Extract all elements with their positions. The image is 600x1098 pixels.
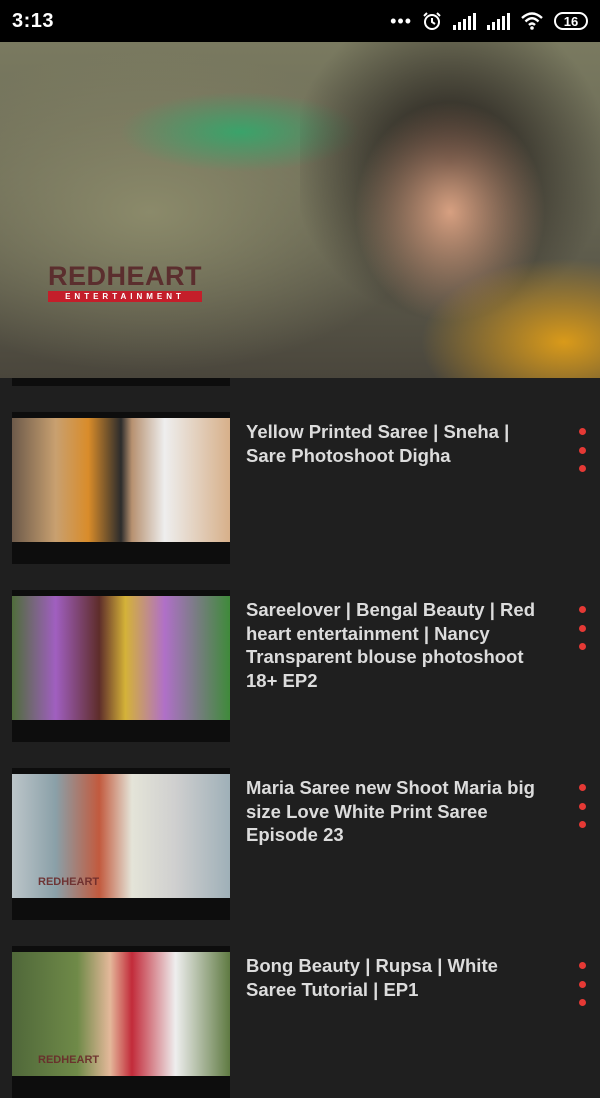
signal-icon (453, 13, 476, 30)
video-item[interactable]: Yellow Printed Saree | Sneha | Sare Phot… (0, 412, 600, 564)
more-options-icon[interactable] (572, 428, 592, 472)
video-thumbnail[interactable]: REDHEART (12, 768, 230, 920)
battery-level: 16 (563, 13, 579, 29)
system-icons: ••• 16 (390, 11, 588, 32)
hero-image-detail (420, 258, 600, 378)
video-item[interactable]: REDHEART Bong Beauty | Rupsa | White Sar… (0, 946, 600, 1098)
video-thumbnail[interactable]: REDHEART (12, 946, 230, 1098)
video-thumbnail[interactable] (12, 412, 230, 564)
hero-progress-strip (12, 378, 230, 386)
more-options-icon[interactable] (572, 962, 592, 1006)
video-title[interactable]: Sareelover | Bengal Beauty | Red heart e… (246, 598, 546, 692)
status-time: 3:13 (12, 9, 55, 32)
wifi-icon (521, 12, 543, 30)
brand-logo-subtext: ENTERTAINMENT (48, 291, 203, 302)
thumbnail-image (12, 596, 230, 720)
battery-icon: 16 (554, 12, 588, 30)
brand-logo: REDHEART ENTERTAINMENT (48, 261, 203, 302)
video-title[interactable]: Yellow Printed Saree | Sneha | Sare Phot… (246, 420, 546, 467)
hero-banner[interactable]: REDHEART ENTERTAINMENT (0, 42, 600, 378)
thumbnail-watermark: REDHEART (38, 1054, 100, 1066)
alarm-icon (423, 12, 441, 30)
video-title[interactable]: Maria Saree new Shoot Maria big size Lov… (246, 776, 546, 847)
video-title[interactable]: Bong Beauty | Rupsa | White Saree Tutori… (246, 954, 546, 1001)
video-item[interactable]: Sareelover | Bengal Beauty | Red heart e… (0, 590, 600, 742)
status-bar: 3:13 ••• 16 (0, 0, 600, 42)
more-dots-icon: ••• (390, 10, 412, 31)
signal-icon (487, 13, 510, 30)
video-item[interactable]: REDHEART Maria Saree new Shoot Maria big… (0, 768, 600, 920)
thumbnail-watermark: REDHEART (38, 876, 100, 888)
brand-logo-text: REDHEART (48, 261, 203, 291)
more-options-icon[interactable] (572, 784, 592, 828)
video-thumbnail[interactable] (12, 590, 230, 742)
thumbnail-image (12, 418, 230, 542)
more-options-icon[interactable] (572, 606, 592, 650)
